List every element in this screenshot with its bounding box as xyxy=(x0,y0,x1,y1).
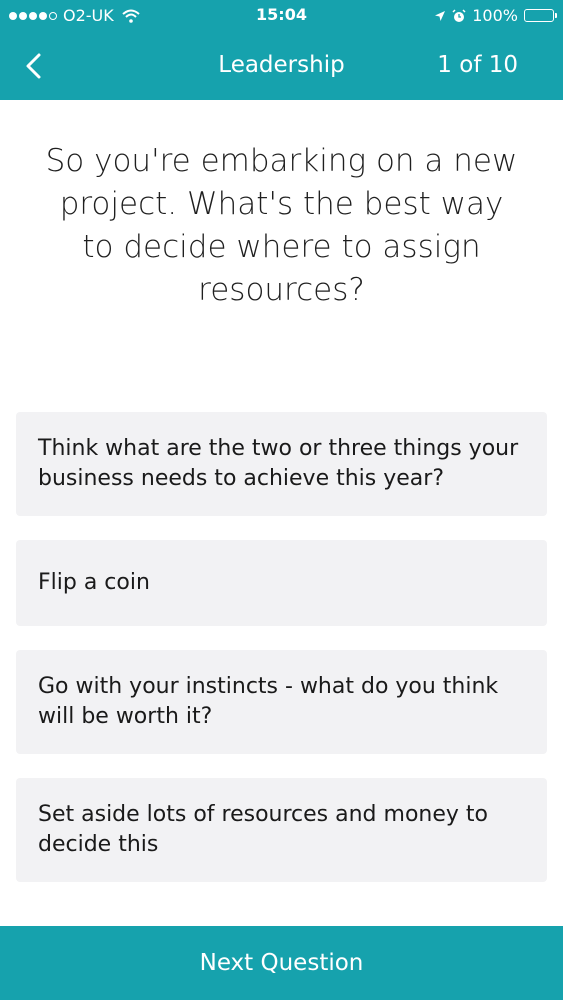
answer-option[interactable]: Flip a coin xyxy=(16,540,547,626)
nav-bar: Leadership 1 of 10 xyxy=(0,42,563,90)
answer-label: Flip a coin xyxy=(38,570,150,595)
answer-option[interactable]: Set aside lots of resources and money to… xyxy=(16,778,547,882)
alarm-clock-icon xyxy=(452,8,466,22)
status-bar: O2-UK 15:04 100% xyxy=(0,0,563,30)
battery-icon xyxy=(524,9,557,22)
battery-percent: 100% xyxy=(472,6,518,25)
status-right: 100% xyxy=(434,6,557,25)
answer-label: Think what are the two or three things y… xyxy=(38,436,519,491)
next-question-button[interactable]: Next Question xyxy=(0,926,563,1000)
answer-option[interactable]: Go with your instincts - what do you thi… xyxy=(16,650,547,754)
header: O2-UK 15:04 100% Leadership 1 of 10 xyxy=(0,0,563,100)
answer-list: Think what are the two or three things y… xyxy=(16,412,547,906)
question-text: So you're embarking on a new project. Wh… xyxy=(45,143,518,308)
answer-label: Set aside lots of resources and money to… xyxy=(38,802,488,857)
question-counter: 1 of 10 xyxy=(437,52,518,78)
location-arrow-icon xyxy=(435,10,446,21)
answer-label: Go with your instincts - what do you thi… xyxy=(38,674,499,729)
answer-option[interactable]: Think what are the two or three things y… xyxy=(16,412,547,516)
quiz-screen: O2-UK 15:04 100% Leadership 1 of 10 So y… xyxy=(0,0,563,1000)
